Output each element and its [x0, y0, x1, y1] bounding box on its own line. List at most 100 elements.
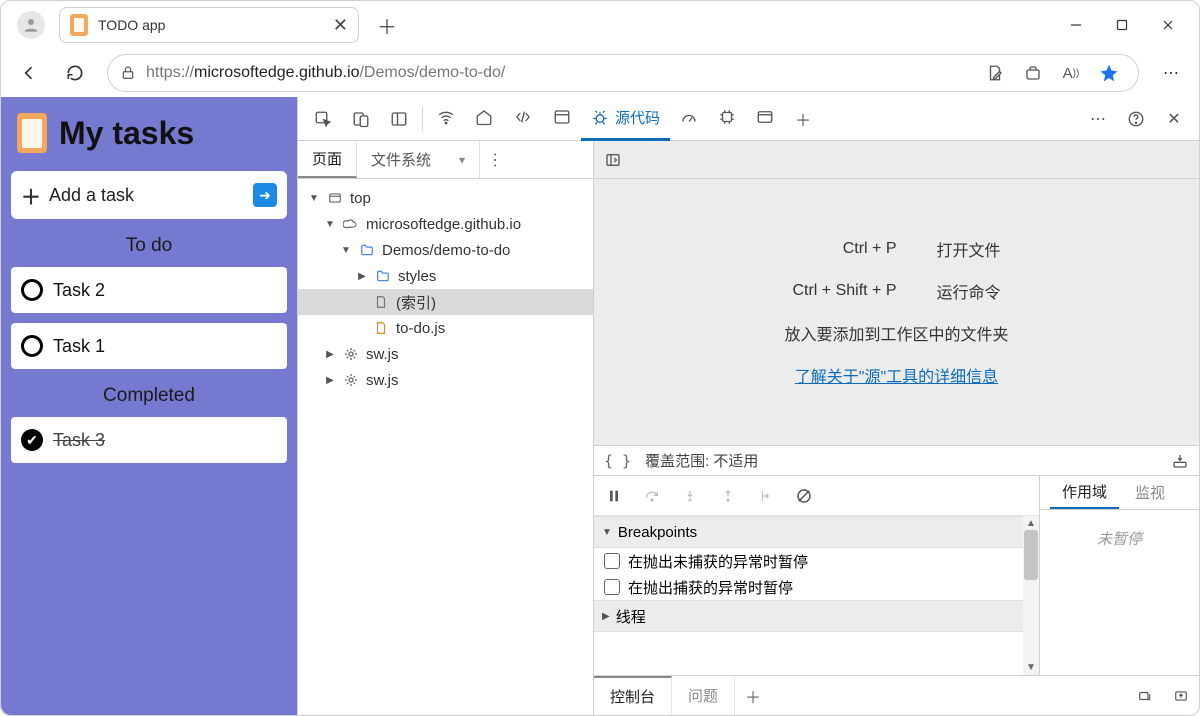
tab-welcome[interactable] — [465, 97, 503, 141]
tree-row-index[interactable]: (索引) — [298, 289, 593, 315]
tab-favicon-icon — [70, 14, 88, 36]
url-input[interactable]: https://microsoftedge.github.io/Demos/de… — [107, 54, 1139, 92]
clipboard-icon — [17, 113, 47, 153]
task-checkbox-icon[interactable] — [21, 335, 43, 357]
debugger-pane: ▼Breakpoints 在抛出未捕获的异常时暂停 在抛出捕获的异常时暂停 ▶线… — [594, 475, 1199, 675]
file-tree[interactable]: ▼top ▼microsoftedge.github.io ▼Demos/dem… — [298, 179, 593, 715]
tree-row-top[interactable]: ▼top — [298, 185, 593, 211]
browser-menu-button[interactable]: ⋯ — [1151, 53, 1191, 93]
tab-app-window[interactable] — [746, 97, 784, 141]
window-close-button[interactable] — [1145, 9, 1191, 41]
task-done-icon[interactable]: ✔ — [21, 429, 43, 451]
devtools: 源代码 ＋ ⋯ ✕ 页面 文件系统 ▾ ⋮ — [297, 97, 1199, 715]
scope-not-paused: 未暂停 — [1040, 510, 1199, 675]
navigator-more-button[interactable]: ⋮ — [480, 141, 510, 178]
add-task-input[interactable]: ＋ Add a task ➜ — [11, 171, 287, 219]
tab-performance[interactable] — [670, 97, 708, 141]
new-tab-button[interactable]: ＋ — [377, 11, 397, 40]
read-aloud-icon[interactable]: A)) — [1054, 56, 1088, 90]
task-item[interactable]: Task 2 — [11, 267, 287, 313]
task-item-completed[interactable]: ✔ Task 3 — [11, 417, 287, 463]
add-tab-button[interactable]: ＋ — [784, 101, 822, 137]
toggle-navigator-icon[interactable] — [602, 149, 624, 171]
step-over-button[interactable] — [640, 484, 664, 508]
hint-run-label: 运行命令 — [937, 279, 1009, 303]
hint-open-key: Ctrl + P — [784, 240, 896, 258]
drawer-tab-issues[interactable]: 问题 — [672, 676, 735, 715]
refresh-button[interactable] — [55, 53, 95, 93]
tree-row-todojs[interactable]: to-do.js — [298, 315, 593, 341]
breakpoints-accordion[interactable]: ▼Breakpoints — [594, 516, 1039, 548]
site-info-icon[interactable] — [120, 64, 136, 82]
task-label: Task 1 — [53, 336, 105, 357]
hint-run-key: Ctrl + Shift + P — [784, 282, 896, 300]
task-label: Task 3 — [53, 430, 105, 451]
favorite-star-icon[interactable] — [1092, 56, 1126, 90]
step-out-button[interactable] — [716, 484, 740, 508]
devtools-help-icon[interactable] — [1117, 101, 1155, 137]
tab-application[interactable] — [543, 97, 581, 141]
task-item[interactable]: Task 1 — [11, 323, 287, 369]
browser-tab-strip: TODO app ✕ ＋ — [1, 1, 1199, 49]
tree-row-styles[interactable]: ▶styles — [298, 263, 593, 289]
editor-placeholder: Ctrl + P 打开文件 Ctrl + Shift + P 运行命令 放入要添… — [594, 179, 1199, 445]
profile-avatar[interactable] — [17, 11, 45, 39]
edit-icon[interactable] — [978, 56, 1012, 90]
deactivate-breakpoints-button[interactable] — [792, 484, 816, 508]
tree-row-folder[interactable]: ▼Demos/demo-to-do — [298, 237, 593, 263]
chevron-down-icon: ▾ — [459, 153, 465, 167]
tree-row-domain[interactable]: ▼microsoftedge.github.io — [298, 211, 593, 237]
pause-uncaught-checkbox[interactable]: 在抛出未捕获的异常时暂停 — [594, 548, 1039, 574]
section-completed-heading: Completed — [11, 379, 287, 407]
drawer-tab-console[interactable]: 控制台 — [594, 676, 672, 715]
window-minimize-button[interactable] — [1053, 9, 1099, 41]
tab-close-icon[interactable]: ✕ — [333, 15, 348, 36]
drawer: 控制台 问题 ＋ — [594, 675, 1199, 715]
drawer-dock-icon[interactable] — [1163, 676, 1199, 715]
tab-elements[interactable] — [503, 97, 543, 141]
dock-side-icon[interactable] — [380, 101, 418, 137]
devtools-close-button[interactable]: ✕ — [1155, 101, 1193, 137]
devtools-more-button[interactable]: ⋯ — [1079, 101, 1117, 137]
url-text: https://microsoftedge.github.io/Demos/de… — [146, 64, 505, 82]
window-maximize-button[interactable] — [1099, 9, 1145, 41]
step-button[interactable] — [754, 484, 778, 508]
devtools-toolbar: 源代码 ＋ ⋯ ✕ — [298, 97, 1199, 141]
scrollbar[interactable]: ▲ ▼ — [1023, 516, 1039, 675]
coverage-bar: { } 覆盖范围: 不适用 — [594, 445, 1199, 475]
page-content: My tasks ＋ Add a task ➜ To do Task 2 Tas… — [1, 97, 297, 715]
device-emulation-icon[interactable] — [342, 101, 380, 137]
debugger-toolbar — [594, 476, 1039, 516]
task-checkbox-icon[interactable] — [21, 279, 43, 301]
tab-network-conditions[interactable] — [427, 97, 465, 141]
editor-tab-strip — [594, 141, 1199, 179]
sources-navigator: 页面 文件系统 ▾ ⋮ ▼top ▼microsoftedge.github.i… — [298, 141, 594, 715]
step-into-button[interactable] — [678, 484, 702, 508]
tab-memory[interactable] — [708, 97, 746, 141]
add-task-label: Add a task — [49, 185, 245, 206]
tab-watch[interactable]: 监视 — [1123, 476, 1177, 509]
pause-button[interactable] — [602, 484, 626, 508]
browser-tab[interactable]: TODO app ✕ — [59, 7, 359, 43]
tree-row-sw2[interactable]: ▶sw.js — [298, 367, 593, 393]
collections-icon[interactable] — [1016, 56, 1050, 90]
inspect-element-icon[interactable] — [304, 101, 342, 137]
coverage-text: 覆盖范围: 不适用 — [645, 450, 758, 471]
hint-learn-link[interactable]: 了解关于"源"工具的详细信息 — [795, 369, 998, 386]
tab-title: TODO app — [98, 17, 323, 33]
threads-accordion[interactable]: ▶线程 — [594, 600, 1039, 632]
drawer-add-tab[interactable]: ＋ — [735, 676, 771, 715]
navigator-tab-page[interactable]: 页面 — [298, 141, 357, 178]
pause-caught-checkbox[interactable]: 在抛出捕获的异常时暂停 — [594, 574, 1039, 600]
tab-scope[interactable]: 作用域 — [1050, 476, 1119, 509]
tree-row-sw1[interactable]: ▶sw.js — [298, 341, 593, 367]
address-bar: https://microsoftedge.github.io/Demos/de… — [1, 49, 1199, 97]
drawer-expression-icon[interactable] — [1127, 676, 1163, 715]
back-button[interactable] — [9, 53, 49, 93]
tab-sources[interactable]: 源代码 — [581, 97, 670, 141]
submit-task-button[interactable]: ➜ — [253, 183, 277, 207]
section-todo-heading: To do — [11, 229, 287, 257]
download-icon[interactable] — [1171, 453, 1189, 469]
navigator-tab-filesystem[interactable]: 文件系统 ▾ — [357, 141, 480, 178]
braces-icon[interactable]: { } — [604, 452, 631, 470]
